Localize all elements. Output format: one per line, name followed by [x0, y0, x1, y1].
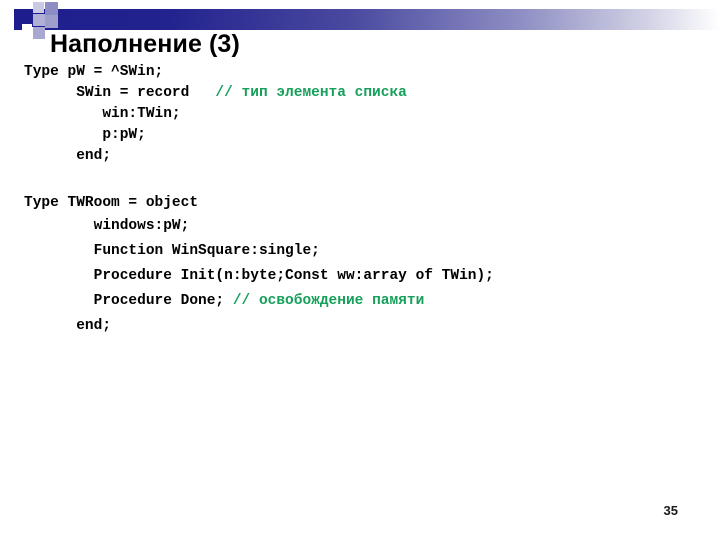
deco-square-mid-lower [45, 15, 58, 28]
code-comment: // освобождение памяти [232, 293, 425, 309]
code-line: Procedure Init(n:byte;Const ww:array of … [24, 264, 704, 289]
code-line: Procedure Done; // освобождение памяти [24, 289, 704, 314]
code-line: end; [24, 146, 704, 167]
deco-square-light-bottom [33, 27, 45, 39]
code-line: Type pW = ^SWin; [24, 62, 704, 83]
slide-page-number: 35 [663, 503, 678, 518]
slide-canvas: Наполнение (3) Type pW = ^SWin; SWin = r… [0, 0, 720, 540]
header-gradient-bar [14, 9, 720, 30]
code-line: Function WinSquare:single; [24, 239, 704, 264]
code-line: windows:pW; [24, 214, 704, 239]
code-comment: // тип элемента списка [189, 85, 407, 101]
deco-square-mid-top [45, 2, 58, 15]
code-line-text: SWin = record [24, 85, 190, 101]
code-line-text: end; [24, 318, 112, 334]
code-line: SWin = record // тип элемента списка [24, 83, 704, 104]
code-line: end; [24, 314, 704, 339]
deco-square-light-top [33, 2, 44, 13]
deco-square-navy [17, 10, 30, 23]
code-line-text: windows:pW; [24, 218, 190, 234]
code-line-text: Function WinSquare:single; [24, 243, 320, 259]
page-title: Наполнение (3) [50, 30, 240, 58]
code-line-text: Procedure Init(n:byte;Const ww:array of … [24, 268, 494, 284]
code-line: win:TWin; [24, 104, 704, 125]
code-line-text: Type TWRoom = object [24, 195, 199, 211]
code-line: p:pW; [24, 125, 704, 146]
code-line-text: p:pW; [24, 127, 146, 143]
code-block: Type pW = ^SWin; SWin = record // тип эл… [24, 62, 704, 339]
deco-square-white-left [22, 24, 32, 34]
code-line-text: Type pW = ^SWin; [24, 64, 164, 80]
code-line: Type TWRoom = object [24, 193, 704, 214]
code-line-text: end; [24, 148, 112, 164]
code-line-text: Procedure Done; [24, 293, 233, 309]
deco-square-light-mid [33, 14, 45, 26]
code-line-text: win:TWin; [24, 106, 181, 122]
